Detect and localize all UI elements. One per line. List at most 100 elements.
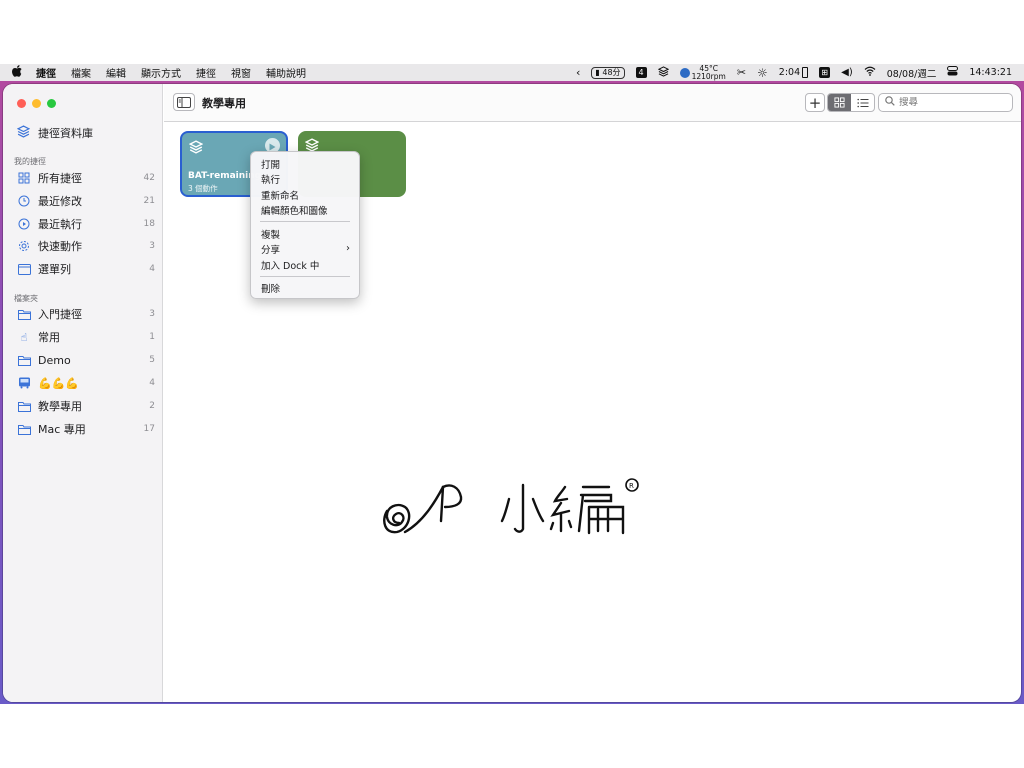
sidebar: 捷徑資料庫 我的捷徑 所有捷徑 42 最近修改 21 最近執行 18 快速動作 bbox=[3, 84, 163, 702]
toolbar: 教學專用 + bbox=[164, 84, 1021, 122]
menu-file[interactable]: 檔案 bbox=[71, 65, 91, 80]
context-menu: 打開 執行 重新命名 編輯顏色和圖像 複製 分享 › 加入 Dock 中 刪除 bbox=[250, 151, 360, 299]
sidebar-item-label: Demo bbox=[38, 353, 71, 367]
menu-item-edit-color-icon[interactable]: 編輯顏色和圖像 bbox=[251, 203, 359, 219]
sidebar-item-folder[interactable]: Mac 專用 17 bbox=[17, 420, 155, 438]
menu-item-add-to-dock[interactable]: 加入 Dock 中 bbox=[251, 257, 359, 273]
clock-icon bbox=[17, 194, 31, 208]
sidebar-item-count: 5 bbox=[149, 355, 155, 365]
search-field bbox=[878, 93, 1013, 112]
sidebar-item-label: Mac 專用 bbox=[38, 423, 86, 436]
desktop: 捷徑 檔案 編輯 顯示方式 捷徑 視窗 輔助說明 ‹ ▮ 48分 4 45°C 1… bbox=[0, 64, 1024, 704]
list-view-button[interactable] bbox=[851, 94, 874, 111]
sidebar-item-count: 4 bbox=[149, 264, 155, 274]
grid-view-button[interactable] bbox=[828, 94, 851, 111]
menu-help[interactable]: 輔助說明 bbox=[266, 65, 306, 80]
window-controls bbox=[17, 99, 56, 108]
clock-text[interactable]: 14:43:21 bbox=[969, 67, 1012, 78]
menu-separator bbox=[260, 221, 350, 222]
battery-icon bbox=[802, 67, 809, 78]
view-mode-toggle bbox=[827, 93, 875, 112]
status-area: ‹ ▮ 48分 4 45°C 1210rpm ✂ ☼ 2:04 ⊞ ◀) 08/0… bbox=[576, 64, 1012, 81]
sidebar-item-menu-bar[interactable]: 選單列 4 bbox=[17, 260, 155, 278]
sidebar-item-count: 21 bbox=[143, 196, 155, 206]
menu-view[interactable]: 顯示方式 bbox=[141, 65, 181, 80]
toggle-sidebar-button[interactable] bbox=[173, 93, 195, 111]
sidebar-item-label: 常用 bbox=[38, 331, 60, 344]
apple-icon[interactable] bbox=[12, 65, 26, 80]
sidebar-library[interactable]: 捷徑資料庫 bbox=[16, 125, 93, 141]
sidebar-item-count: 42 bbox=[143, 173, 155, 183]
menu-item-delete[interactable]: 刪除 bbox=[251, 281, 359, 297]
plus-icon: + bbox=[808, 93, 822, 112]
fan-icon bbox=[679, 67, 690, 78]
shortcuts-icon[interactable] bbox=[657, 65, 669, 80]
search-icon bbox=[885, 96, 895, 109]
menu-item-duplicate[interactable]: 複製 bbox=[251, 226, 359, 242]
sidebar-item-label: 選單列 bbox=[38, 263, 71, 276]
grid-icon bbox=[834, 94, 845, 111]
volume-icon[interactable]: ◀) bbox=[841, 67, 853, 78]
chevron-left-icon[interactable]: ‹ bbox=[576, 66, 580, 79]
grid-icon bbox=[17, 171, 31, 185]
menu-edit[interactable]: 編輯 bbox=[106, 65, 126, 80]
battery-status[interactable]: 2:04 bbox=[779, 67, 809, 78]
menu-item-open[interactable]: 打開 bbox=[251, 156, 359, 172]
sidebar-item-label: 快速動作 bbox=[38, 240, 82, 253]
search-input[interactable] bbox=[899, 97, 999, 108]
menu-window[interactable]: 視窗 bbox=[231, 65, 251, 80]
sidebar-item-label: 入門捷徑 bbox=[38, 308, 82, 321]
date-text[interactable]: 08/08/週二 bbox=[887, 66, 937, 80]
sidebar-library-label: 捷徑資料庫 bbox=[38, 127, 93, 140]
sidebar-item-quick-actions[interactable]: 快速動作 3 bbox=[17, 237, 155, 255]
chevron-right-icon: › bbox=[346, 242, 350, 254]
sidebar-item-recently-modified[interactable]: 最近修改 21 bbox=[17, 192, 155, 210]
folder-icon bbox=[17, 422, 31, 436]
brightness-icon[interactable]: ☼ bbox=[757, 66, 768, 80]
sidebar-item-label: 所有捷徑 bbox=[38, 172, 82, 185]
svg-text:R: R bbox=[629, 482, 634, 490]
battery-time-text: 48分 bbox=[602, 67, 621, 77]
sidebar-item-folder[interactable]: 入門捷徑 3 bbox=[17, 305, 155, 323]
sidebar-toggle-icon bbox=[177, 93, 191, 112]
sidebar-item-count: 3 bbox=[149, 241, 155, 251]
close-button[interactable] bbox=[17, 99, 26, 108]
sidebar-item-label: 最近修改 bbox=[38, 195, 82, 208]
fan-monitor[interactable]: 45°C 1210rpm bbox=[679, 64, 726, 81]
menu-bar: 捷徑 檔案 編輯 顯示方式 捷徑 視窗 輔助說明 ‹ ▮ 48分 4 45°C 1… bbox=[0, 64, 1024, 81]
folder-icon bbox=[17, 399, 31, 413]
menu-item-run[interactable]: 執行 bbox=[251, 172, 359, 188]
menu-item-share[interactable]: 分享 › bbox=[251, 242, 359, 258]
minimize-button[interactable] bbox=[32, 99, 41, 108]
menu-item-rename[interactable]: 重新命名 bbox=[251, 187, 359, 203]
sidebar-item-count: 2 bbox=[149, 401, 155, 411]
control-center-icon[interactable] bbox=[947, 66, 959, 79]
sidebar-item-folder[interactable]: Demo 5 bbox=[17, 351, 155, 369]
sidebar-item-count: 1 bbox=[149, 332, 155, 342]
list-icon bbox=[856, 94, 869, 111]
folder-icon bbox=[17, 353, 31, 367]
zoom-button[interactable] bbox=[47, 99, 56, 108]
section-title-my-shortcuts: 我的捷徑 bbox=[14, 157, 46, 166]
menu-shortcuts-app[interactable]: 捷徑 bbox=[36, 65, 56, 80]
scissors-icon[interactable]: ✂ bbox=[737, 66, 746, 79]
hand-tap-icon: ☝ bbox=[20, 330, 28, 344]
wifi-icon[interactable] bbox=[864, 66, 876, 79]
sidebar-item-folder[interactable]: 💪💪💪 4 bbox=[17, 374, 155, 392]
section-title-folders: 檔案夾 bbox=[14, 294, 38, 303]
sidebar-item-all-shortcuts[interactable]: 所有捷徑 42 bbox=[17, 169, 155, 187]
watermark-logo: R bbox=[383, 477, 643, 551]
sidebar-item-folder[interactable]: ☝ 常用 1 bbox=[17, 328, 155, 346]
sidebar-item-count: 4 bbox=[149, 378, 155, 388]
page-title: 教學專用 bbox=[202, 97, 246, 110]
menu-separator bbox=[260, 275, 350, 277]
input-method-icon[interactable]: ⊞ bbox=[819, 67, 831, 78]
number-badge[interactable]: 4 bbox=[635, 67, 647, 78]
sidebar-item-recently-run[interactable]: 最近執行 18 bbox=[17, 215, 155, 233]
battery-time-pill[interactable]: ▮ 48分 bbox=[591, 66, 625, 79]
sidebar-item-folder[interactable]: 教學專用 2 bbox=[17, 397, 155, 415]
sidebar-item-count: 17 bbox=[143, 424, 155, 434]
sidebar-item-label: 💪💪💪 bbox=[38, 376, 80, 390]
add-shortcut-button[interactable]: + bbox=[805, 93, 825, 112]
menu-shortcut[interactable]: 捷徑 bbox=[196, 65, 216, 80]
